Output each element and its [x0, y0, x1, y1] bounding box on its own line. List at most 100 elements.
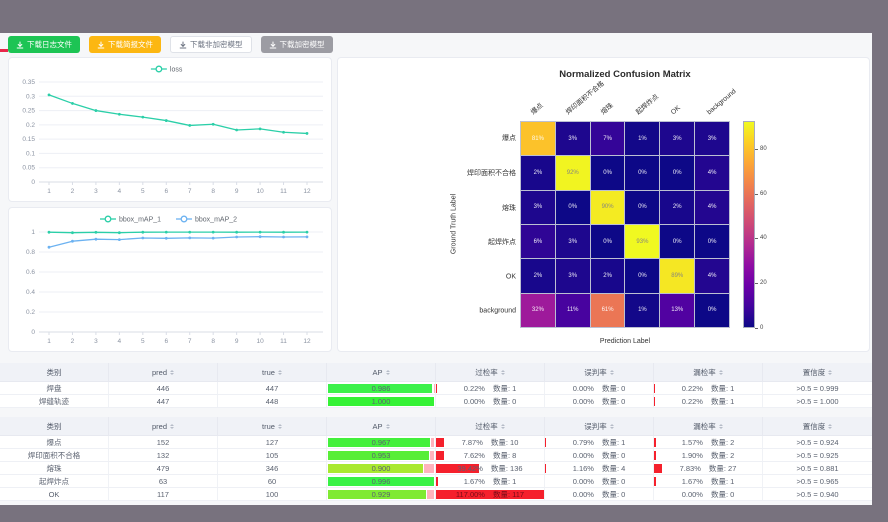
col-header-label: 漏检率	[693, 367, 716, 378]
cm-cell-2-1: 0%	[556, 191, 590, 224]
ap-remainder-bar	[434, 384, 435, 393]
cell-confidence: >0.5 = 0.940	[763, 488, 872, 500]
cell-pred: 132	[109, 449, 218, 461]
cell-text: 1.000	[372, 397, 391, 406]
download-log-file-button[interactable]: 下载日志文件	[8, 36, 80, 53]
cell-text: 数量: 1	[602, 437, 625, 448]
col-header-AP[interactable]: AP	[327, 417, 436, 435]
download-report-file-button[interactable]: 下载简报文件	[89, 36, 161, 53]
ground-truth-axis-label: Ground Truth Label	[451, 194, 458, 254]
cell-confidence: >0.5 = 0.925	[763, 449, 872, 461]
cm-cell-1-4: 0%	[660, 156, 694, 189]
cm-cell-0-1: 3%	[556, 122, 590, 155]
col-header-label: 过检率	[475, 367, 498, 378]
col-header-label: 误判率	[584, 421, 607, 432]
cm-cell-3-2: 0%	[591, 225, 625, 258]
colorbar-tick-mark	[755, 238, 758, 239]
col-header-置信度[interactable]: 置信度	[763, 363, 872, 381]
cell-category: 爆点	[0, 436, 109, 448]
ap-remainder-bar	[431, 438, 434, 447]
cell-text: 数量: 0	[602, 383, 625, 394]
download-unencrypted-model-button[interactable]: 下载非加密模型	[170, 36, 252, 53]
cell-text: 1.67%	[464, 477, 485, 486]
svg-text:0.6: 0.6	[26, 269, 35, 276]
cm-cell-1-2: 0%	[591, 156, 625, 189]
cell-overcheck-rate: 0.22%数量: 1	[436, 382, 545, 394]
cell-pred: 447	[109, 395, 218, 407]
cell-category: 起焊炸点	[0, 475, 109, 487]
legend-bbox_mAP_2[interactable]: bbox_mAP_2	[176, 216, 237, 223]
cell-text: 152	[157, 438, 170, 447]
cm-cell-1-5: 4%	[695, 156, 729, 189]
cell-text: 数量: 1	[493, 383, 516, 394]
col-header-误判率[interactable]: 误判率	[545, 417, 654, 435]
col-header-漏检率[interactable]: 漏检率	[654, 363, 763, 381]
cell-text: 0.953	[372, 451, 391, 460]
cell-text: 0.79%	[573, 438, 594, 447]
cell-text: 数量: 8	[493, 450, 516, 461]
cell-text: 105	[266, 451, 279, 460]
svg-text:0.25: 0.25	[22, 108, 35, 115]
cell-text: 448	[266, 397, 279, 406]
svg-text:1: 1	[47, 338, 51, 345]
col-header-过检率[interactable]: 过检率	[436, 417, 545, 435]
svg-text:8: 8	[211, 338, 215, 345]
cell-text: 爆点	[47, 437, 62, 448]
cell-text: 0.00%	[573, 397, 594, 406]
cell-misscheck-rate: 1.90%数量: 2	[654, 449, 763, 461]
cell-misjudge-rate: 0.00%数量: 0	[545, 395, 654, 407]
cell-text: >0.5 = 0.925	[796, 451, 838, 460]
cell-overcheck-rate: 39.42%数量: 136	[436, 462, 545, 474]
cell-text: 447	[266, 384, 279, 393]
col-header-置信度[interactable]: 置信度	[763, 417, 872, 435]
download-encrypted-model-button[interactable]: 下载加密模型	[261, 36, 333, 53]
svg-text:bbox_mAP_2: bbox_mAP_2	[195, 217, 237, 224]
cell-text: 数量: 1	[711, 383, 734, 394]
cell-text: 0.929	[372, 490, 391, 499]
col-header-漏检率[interactable]: 漏检率	[654, 417, 763, 435]
col-header-label: pred	[152, 368, 167, 377]
sort-icon	[501, 424, 505, 429]
cell-text: 数量: 1	[493, 476, 516, 487]
svg-text:1: 1	[47, 188, 51, 195]
legend-bbox_mAP_1[interactable]: bbox_mAP_1	[100, 216, 161, 223]
cell-text: 数量: 2	[711, 437, 734, 448]
col-header-label: 置信度	[803, 367, 826, 378]
cm-cell-0-4: 3%	[660, 122, 694, 155]
svg-text:0.4: 0.4	[26, 289, 35, 296]
col-header-label: 类别	[47, 367, 62, 378]
svg-text:0.1: 0.1	[26, 150, 35, 157]
svg-text:3: 3	[94, 188, 98, 195]
cell-text: 446	[157, 384, 170, 393]
cell-text: 0.00%	[573, 490, 594, 499]
colorbar	[743, 121, 755, 328]
cm-cell-1-3: 0%	[625, 156, 659, 189]
legend-loss[interactable]: loss	[151, 66, 183, 73]
cm-cell-4-4: 89%	[660, 259, 694, 292]
cell-text: 63	[159, 477, 167, 486]
col-header-true[interactable]: true	[218, 363, 327, 381]
cell-text: 起焊炸点	[39, 476, 69, 487]
cell-text: 0.986	[372, 384, 391, 393]
cm-cell-0-3: 1%	[625, 122, 659, 155]
cell-text: 0.00%	[464, 397, 485, 406]
rate-bar	[436, 384, 437, 393]
cm-cell-3-3: 93%	[625, 225, 659, 258]
col-header-pred[interactable]: pred	[109, 363, 218, 381]
cell-text: 0.00%	[573, 451, 594, 460]
col-header-过检率[interactable]: 过检率	[436, 363, 545, 381]
cell-text: 数量: 117	[493, 489, 524, 500]
colorbar-tick-label: 20	[760, 280, 767, 286]
col-header-误判率[interactable]: 误判率	[545, 363, 654, 381]
progress-indicator	[0, 49, 8, 52]
cell-pred: 446	[109, 382, 218, 394]
cell-misjudge-rate: 0.79% 数量: 1	[545, 436, 654, 448]
cell-text: 0.00%	[573, 477, 594, 486]
ap-remainder-bar	[424, 464, 434, 473]
col-header-true[interactable]: true	[218, 417, 327, 435]
cell-ap: 0.986	[327, 382, 436, 394]
col-header-AP[interactable]: AP	[327, 363, 436, 381]
confusion-matrix-grid: 81%3%7%1%3%3%2%92%0%0%0%4%3%0%90%0%2%4%6…	[520, 121, 730, 328]
col-header-pred[interactable]: pred	[109, 417, 218, 435]
cm-cell-4-1: 3%	[556, 259, 590, 292]
